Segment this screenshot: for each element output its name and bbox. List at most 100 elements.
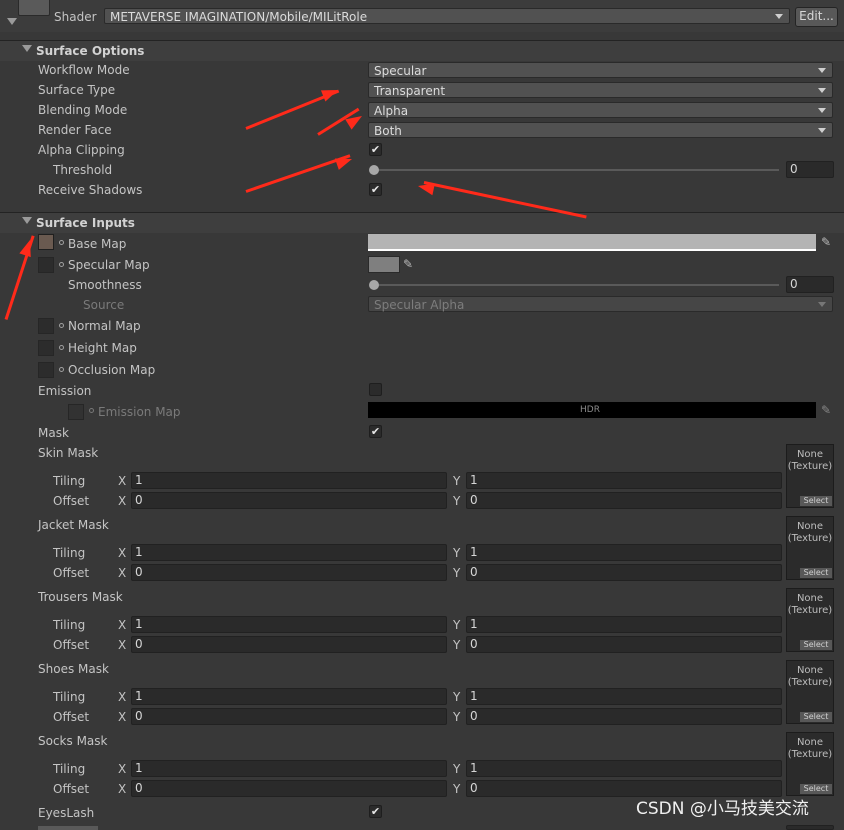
partial-field[interactable] (786, 825, 834, 830)
collapse-arrow-icon[interactable] (7, 18, 17, 25)
edit-button[interactable]: Edit... (795, 7, 838, 27)
x-label: X (118, 690, 127, 704)
watermark-text: CSDN @小马技美交流 (636, 799, 809, 819)
annotation-arrowhead (19, 238, 36, 258)
source-label: Source (83, 298, 125, 312)
offset-x-field[interactable]: 0 (131, 780, 447, 797)
threshold-field[interactable]: 0 (786, 161, 834, 178)
surface-type-label: Surface Type (38, 83, 116, 97)
object-picker-icon[interactable] (59, 367, 64, 372)
select-button[interactable]: Select (800, 784, 832, 794)
select-button[interactable]: Select (800, 496, 832, 506)
x-label: X (118, 618, 127, 632)
texture-object-field[interactable]: None (Texture) Select (786, 732, 834, 796)
none-label: None (796, 593, 824, 604)
tiling-x-field[interactable]: 1 (131, 760, 447, 777)
object-picker-icon[interactable] (89, 408, 94, 413)
emission-map-texture-slot[interactable] (68, 404, 84, 420)
offset-x-field[interactable]: 0 (131, 636, 447, 653)
smoothness-slider-handle[interactable] (369, 280, 379, 290)
alpha-clipping-checkbox[interactable] (369, 143, 382, 156)
eyeslash-checkbox[interactable] (369, 805, 382, 818)
mask-checkbox[interactable] (369, 425, 382, 438)
select-button[interactable]: Select (800, 712, 832, 722)
render-face-label: Render Face (38, 123, 112, 137)
tiling-y-field[interactable]: 1 (466, 544, 782, 561)
texture-object-field[interactable]: None (Texture) Select (786, 444, 834, 508)
height-map-texture-slot[interactable] (38, 340, 54, 356)
tiling-y-field[interactable]: 1 (466, 760, 782, 777)
eyedropper-icon[interactable]: ✎ (818, 234, 834, 250)
threshold-slider-handle[interactable] (369, 165, 379, 175)
material-preview-icon[interactable] (18, 0, 50, 16)
texture-label: (Texture) (787, 677, 833, 688)
none-texture-text: None (Texture) (787, 737, 833, 761)
mask-title: Skin Mask (38, 446, 99, 460)
smoothness-slider-track[interactable] (374, 284, 779, 286)
offset-x-field[interactable]: 0 (131, 564, 447, 581)
object-picker-icon[interactable] (59, 240, 64, 245)
tiling-x-field[interactable]: 1 (131, 616, 447, 633)
shader-label: Shader (54, 10, 97, 24)
offset-y-field[interactable]: 0 (466, 636, 782, 653)
select-button[interactable]: Select (800, 640, 832, 650)
tiling-x-field[interactable]: 1 (131, 688, 447, 705)
select-button[interactable]: Select (800, 568, 832, 578)
eyedropper-icon[interactable]: ✎ (400, 256, 416, 272)
object-picker-icon[interactable] (59, 262, 64, 267)
x-label: X (118, 638, 127, 652)
x-label: X (118, 710, 127, 724)
tiling-y-field[interactable]: 1 (466, 472, 782, 489)
x-label: X (118, 494, 127, 508)
base-map-color-field[interactable] (368, 234, 816, 251)
offset-y-field[interactable]: 0 (466, 708, 782, 725)
shader-value: METAVERSE IMAGINATION/Mobile/MILitRole (110, 10, 368, 24)
texture-label: (Texture) (787, 749, 833, 760)
tiling-x-field[interactable]: 1 (131, 544, 447, 561)
texture-label: (Texture) (787, 461, 833, 472)
surface-type-dropdown[interactable]: Transparent (368, 82, 833, 98)
texture-object-field[interactable]: None (Texture) Select (786, 660, 834, 724)
y-label: Y (453, 618, 461, 632)
blending-mode-dropdown[interactable]: Alpha (368, 102, 833, 118)
object-picker-icon[interactable] (59, 323, 64, 328)
offset-y-field[interactable]: 0 (466, 780, 782, 797)
emission-color-field[interactable]: HDR (368, 402, 816, 418)
workflow-mode-dropdown[interactable]: Specular (368, 62, 833, 78)
eyedropper-icon[interactable]: ✎ (818, 402, 834, 418)
tiling-x-field[interactable]: 1 (131, 472, 447, 489)
base-map-texture-slot[interactable] (38, 234, 54, 250)
specular-map-texture-slot[interactable] (38, 257, 54, 273)
surface-inputs-header[interactable]: Surface Inputs (0, 212, 844, 233)
none-texture-text: None (Texture) (787, 521, 833, 545)
threshold-slider-track[interactable] (374, 169, 779, 171)
source-dropdown[interactable]: Specular Alpha (368, 296, 833, 312)
occlusion-map-texture-slot[interactable] (38, 362, 54, 378)
y-label: Y (453, 710, 461, 724)
offset-x-field[interactable]: 0 (131, 492, 447, 509)
y-label: Y (453, 782, 461, 796)
tiling-y-field[interactable]: 1 (466, 616, 782, 633)
mask-label: Mask (38, 426, 69, 440)
offset-y-field[interactable]: 0 (466, 492, 782, 509)
texture-object-field[interactable]: None (Texture) Select (786, 516, 834, 580)
receive-shadows-checkbox[interactable] (369, 183, 382, 196)
specular-color-field[interactable] (368, 256, 400, 273)
smoothness-field[interactable]: 0 (786, 276, 834, 293)
offset-x-field[interactable]: 0 (131, 708, 447, 725)
surface-options-header[interactable]: Surface Options (0, 40, 844, 61)
texture-object-field[interactable]: None (Texture) Select (786, 588, 834, 652)
shader-dropdown[interactable]: METAVERSE IMAGINATION/Mobile/MILitRole (104, 8, 790, 24)
partial-row (38, 826, 98, 830)
x-label: X (118, 474, 127, 488)
x-label: X (118, 782, 127, 796)
emission-checkbox[interactable] (369, 383, 382, 396)
object-picker-icon[interactable] (59, 345, 64, 350)
offset-y-field[interactable]: 0 (466, 564, 782, 581)
render-face-dropdown[interactable]: Both (368, 122, 833, 138)
base-map-label: Base Map (68, 237, 127, 251)
surface-inputs-title: Surface Inputs (36, 216, 135, 230)
y-label: Y (453, 474, 461, 488)
normal-map-texture-slot[interactable] (38, 318, 54, 334)
tiling-y-field[interactable]: 1 (466, 688, 782, 705)
